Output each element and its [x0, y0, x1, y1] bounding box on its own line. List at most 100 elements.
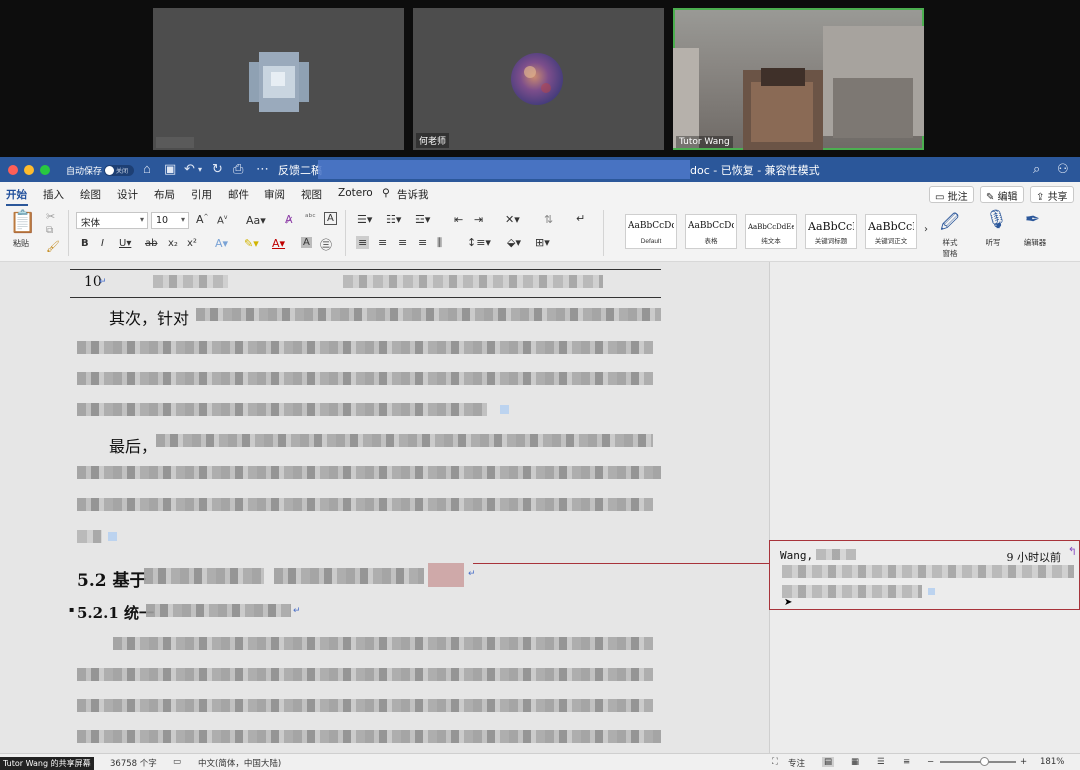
dictate-label[interactable]: 听写: [981, 237, 1005, 248]
justify-button[interactable]: ≡: [418, 236, 427, 249]
styles-pane-icon[interactable]: 🖉: [940, 210, 959, 240]
bold-button[interactable]: B: [81, 238, 89, 249]
line-spacing-icon[interactable]: ↕≡▾: [467, 236, 491, 249]
tab-layout[interactable]: 布局: [154, 187, 175, 202]
strikethrough-button[interactable]: ab: [145, 238, 157, 249]
italic-button[interactable]: I: [101, 238, 104, 249]
more-icon[interactable]: ⋯: [256, 161, 269, 177]
print-icon[interactable]: ⎙: [233, 161, 243, 177]
style-keyword-heading[interactable]: AaBbCcDd 关键词标题: [805, 214, 857, 249]
distributed-button[interactable]: ⫼: [437, 236, 442, 250]
tab-review[interactable]: 审阅: [264, 187, 285, 202]
search-icon[interactable]: ⌕: [1033, 161, 1040, 177]
editor-icon[interactable]: ✒: [1025, 209, 1040, 230]
account-icon[interactable]: ⚇: [1057, 161, 1069, 177]
multilevel-list-icon[interactable]: ☲▾: [415, 213, 430, 226]
font-color-icon[interactable]: A▾: [272, 237, 285, 250]
grow-font-icon[interactable]: A^: [196, 213, 209, 226]
increase-indent-icon[interactable]: ⇥: [474, 213, 483, 226]
tab-tell-me[interactable]: 告诉我: [397, 187, 429, 202]
style-plain-text[interactable]: AaBbCcDdEe 纯文本: [745, 214, 797, 249]
autosave-toggle[interactable]: 关闭: [104, 165, 134, 176]
reply-icon[interactable]: ↰: [1068, 545, 1077, 558]
subscript-button[interactable]: x₂: [168, 238, 178, 249]
commented-text-highlight[interactable]: [428, 563, 464, 587]
web-layout-view-icon[interactable]: ▦: [851, 757, 859, 767]
paste-label[interactable]: 粘贴: [13, 238, 29, 249]
styles-pane-label[interactable]: 样式 窗格: [938, 237, 962, 259]
comments-button[interactable]: ▭ 批注: [929, 186, 974, 203]
cut-icon[interactable]: ✂: [46, 210, 55, 223]
tab-home[interactable]: 开始: [6, 187, 27, 202]
styles-more-icon[interactable]: ›: [924, 224, 928, 235]
participant-tile-2[interactable]: 何老师: [413, 8, 664, 150]
home-icon[interactable]: ⌂: [143, 161, 151, 176]
redo-icon[interactable]: ↻: [212, 161, 223, 177]
superscript-button[interactable]: x²: [187, 238, 197, 249]
close-window-button[interactable]: [8, 165, 18, 175]
zoom-in-icon[interactable]: +: [1020, 757, 1027, 767]
editing-button[interactable]: ✎ 编辑: [980, 186, 1024, 203]
zoom-slider[interactable]: [940, 757, 1016, 766]
clear-formatting-icon[interactable]: A̷: [285, 213, 293, 226]
draft-view-icon[interactable]: ≡: [903, 757, 910, 767]
outline-view-icon[interactable]: ☰: [877, 757, 885, 767]
character-shading-icon[interactable]: A: [301, 237, 312, 248]
microphone-icon[interactable]: 🎙: [985, 209, 1008, 230]
zoom-slider-thumb[interactable]: [980, 757, 989, 766]
minimize-window-button[interactable]: [24, 165, 34, 175]
borders-icon[interactable]: ⊞▾: [535, 236, 550, 249]
highlight-icon[interactable]: ✎▾: [244, 237, 259, 250]
align-right-button[interactable]: ≡: [398, 236, 407, 249]
underline-button[interactable]: U▾: [119, 238, 131, 249]
align-left-button[interactable]: ≡: [356, 236, 370, 249]
comment-balloon[interactable]: Wang, 9 小时以前 ↰: [769, 540, 1080, 610]
sort-icon[interactable]: ⇅: [544, 213, 553, 226]
share-button[interactable]: ⇪ 共享: [1030, 186, 1074, 203]
align-center-button[interactable]: ≡: [378, 236, 387, 249]
proofing-icon[interactable]: ▭: [173, 757, 181, 767]
participant-tile-3-active[interactable]: Tutor Wang: [673, 8, 924, 150]
style-default[interactable]: AaBbCcDdE Default: [625, 214, 677, 249]
enclose-characters-icon[interactable]: ㊂: [320, 236, 332, 253]
tab-mailings[interactable]: 邮件: [228, 187, 249, 202]
tab-draw[interactable]: 绘图: [80, 187, 101, 202]
show-marks-icon[interactable]: ↵: [576, 212, 585, 225]
font-name-select[interactable]: 宋体 ▾: [76, 212, 148, 229]
text-effects-icon[interactable]: A▾: [215, 237, 228, 250]
paste-icon[interactable]: 📋: [9, 210, 36, 235]
document-canvas[interactable]: 10 ↵ 其次，针对 最后， 5.2 基于 ↵ ▪ 5.2.1 统一 ↵: [0, 262, 769, 753]
tab-references[interactable]: 引用: [191, 187, 212, 202]
print-layout-view-icon[interactable]: ▤: [822, 757, 835, 767]
undo-icon[interactable]: ↶: [184, 161, 195, 177]
decrease-indent-icon[interactable]: ⇤: [454, 213, 463, 226]
copy-icon[interactable]: ⧉: [46, 225, 53, 236]
change-case-icon[interactable]: Aa▾: [246, 214, 266, 227]
format-painter-icon[interactable]: 🖌: [46, 240, 60, 253]
zoom-level[interactable]: 181%: [1040, 757, 1064, 767]
tab-insert[interactable]: 插入: [43, 187, 64, 202]
shrink-font-icon[interactable]: Av: [217, 214, 227, 226]
numbering-icon[interactable]: ☷▾: [386, 213, 401, 226]
participant-tile-1[interactable]: [153, 8, 404, 150]
asian-layout-icon[interactable]: ✕▾: [505, 213, 520, 226]
editor-label[interactable]: 编辑器: [1019, 237, 1051, 248]
maximize-window-button[interactable]: [40, 165, 50, 175]
bullets-icon[interactable]: ☰▾: [357, 213, 372, 226]
tab-zotero[interactable]: Zotero: [338, 187, 373, 199]
shading-icon[interactable]: ⬙▾: [507, 236, 521, 249]
undo-dropdown-icon[interactable]: ▾: [198, 165, 202, 174]
focus-label[interactable]: 专注: [788, 757, 805, 769]
language[interactable]: 中文(简体，中国大陆): [198, 757, 281, 769]
save-icon[interactable]: ▣: [164, 161, 176, 177]
character-border-icon[interactable]: A: [324, 212, 337, 225]
zoom-out-icon[interactable]: −: [927, 757, 934, 767]
tab-view[interactable]: 视图: [301, 187, 322, 202]
phonetic-guide-icon[interactable]: ᵃᵇᶜ: [305, 213, 316, 223]
font-size-select[interactable]: 10 ▾: [151, 212, 189, 229]
style-keyword-body[interactable]: AaBbCcDd 关键词正文: [865, 214, 917, 249]
tab-design[interactable]: 设计: [117, 187, 138, 202]
focus-icon[interactable]: ⛶: [772, 757, 778, 767]
word-count[interactable]: 36758 个字: [110, 757, 157, 769]
style-table[interactable]: AaBbCcDdEe 表格: [685, 214, 737, 249]
